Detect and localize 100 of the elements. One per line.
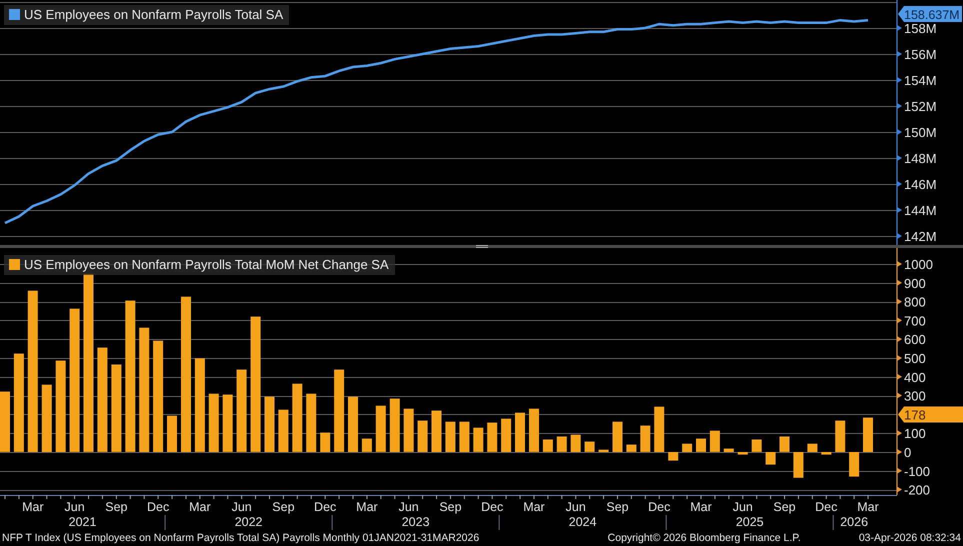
footer-description: NFP T Index (US Employees on Nonfarm Payrolls Total SA) Payrolls Monthly 01JAN2021-31MAR2026 — [2, 532, 480, 544]
bar — [348, 396, 358, 452]
axis-label: 0 — [904, 444, 912, 460]
year-label: 2021 — [68, 515, 96, 529]
bar — [432, 410, 442, 452]
bar — [320, 432, 330, 452]
copyright-notice: Copyright© 2026 Bloomberg Finance L.P. — [608, 532, 801, 544]
drag-handle-icon[interactable] — [476, 245, 488, 248]
bar — [780, 436, 790, 452]
bar — [208, 394, 219, 452]
bar — [710, 430, 720, 452]
year-label: 2025 — [736, 515, 764, 529]
bar — [752, 440, 762, 452]
bar — [515, 412, 525, 452]
bar — [459, 422, 470, 452]
bar — [598, 450, 609, 452]
bar — [501, 418, 512, 452]
axis-label: Dec — [147, 500, 170, 514]
bar — [584, 442, 595, 452]
bar — [570, 434, 581, 452]
bar — [542, 440, 553, 452]
bar — [738, 452, 748, 455]
year-label: 2023 — [402, 515, 430, 529]
axis-label: 900 — [904, 276, 926, 291]
axis-label: 152M — [904, 98, 937, 114]
axis-label: Sep — [773, 500, 796, 514]
axis-label: 150M — [904, 125, 937, 140]
bar — [0, 392, 10, 452]
axis-label: 500 — [904, 350, 926, 366]
bar — [222, 394, 233, 452]
last-value-tag: 178 — [898, 406, 963, 423]
bar — [612, 422, 622, 452]
axis-label: Jun — [732, 500, 753, 514]
timestamp: 03-Apr-2026 08:32:34 — [858, 532, 961, 544]
bar — [696, 438, 706, 452]
axis-label: Mar — [22, 500, 44, 514]
axis-label: 400 — [904, 370, 926, 385]
bar — [640, 426, 650, 452]
axis-label: -100 — [904, 464, 930, 479]
axis-label: 144M — [904, 203, 937, 218]
axis-label: 146M — [904, 177, 937, 192]
bar — [626, 444, 636, 452]
axis-label: 148M — [904, 151, 937, 166]
bar — [863, 418, 873, 452]
bar — [724, 448, 734, 452]
last-value-tag: 158.637M — [898, 6, 962, 22]
bar — [807, 444, 818, 452]
axis-label: Sep — [439, 500, 462, 514]
axis-label: 156M — [904, 46, 937, 62]
bar — [42, 384, 52, 452]
axis-label: Mar — [189, 500, 211, 514]
axis-label: 700 — [904, 313, 926, 328]
bar — [264, 396, 274, 452]
bar — [418, 420, 428, 452]
bar — [487, 422, 498, 452]
axis-label: Sep — [606, 500, 629, 514]
bar — [793, 452, 804, 478]
year-label: 2022 — [234, 515, 263, 529]
axis-label: 142M — [904, 229, 937, 244]
legend-label: US Employees on Nonfarm Payrolls Total MoM Net Change SA — [24, 257, 389, 272]
axis-label: Jun — [398, 500, 419, 514]
axis-label: 100 — [904, 426, 926, 442]
axis-label: Jun — [232, 500, 252, 514]
axis-label: 158M — [904, 20, 937, 36]
bar — [682, 444, 692, 452]
axis-label: Dec — [815, 500, 838, 514]
bar — [821, 452, 832, 455]
axis-label: Jun — [566, 500, 586, 514]
bar — [473, 428, 484, 452]
bar — [376, 406, 386, 452]
bar — [849, 452, 860, 477]
axis-label: Mar — [356, 500, 378, 514]
axis-label: Dec — [648, 500, 670, 514]
axis-label: Mar — [690, 500, 712, 514]
bar — [390, 398, 400, 452]
axis-label: -200 — [904, 482, 930, 495]
year-label: 2024 — [568, 515, 597, 529]
bar — [445, 422, 456, 452]
bar — [654, 406, 664, 452]
axis-label: Mar — [523, 500, 545, 514]
axis-label: Dec — [314, 500, 336, 514]
axis-label: 600 — [904, 332, 926, 348]
bar — [306, 394, 316, 452]
bar — [404, 408, 414, 452]
bar — [556, 436, 567, 452]
legend-label: US Employees on Nonfarm Payrolls Total SA — [24, 7, 284, 22]
axis-label: Sep — [272, 500, 295, 514]
axis-label: Jun — [64, 500, 85, 514]
year-label: 2026 — [840, 515, 868, 529]
bar — [668, 452, 678, 461]
axis-label: 1000 — [904, 256, 933, 272]
bar — [167, 416, 177, 452]
axis-label: 154M — [904, 72, 937, 88]
bar — [835, 420, 846, 452]
bar — [278, 410, 288, 452]
bar — [766, 452, 776, 465]
axis-label: 800 — [904, 294, 926, 310]
axis-label: Mar — [857, 500, 879, 514]
bar — [529, 408, 539, 452]
axis-label: Dec — [481, 500, 504, 514]
